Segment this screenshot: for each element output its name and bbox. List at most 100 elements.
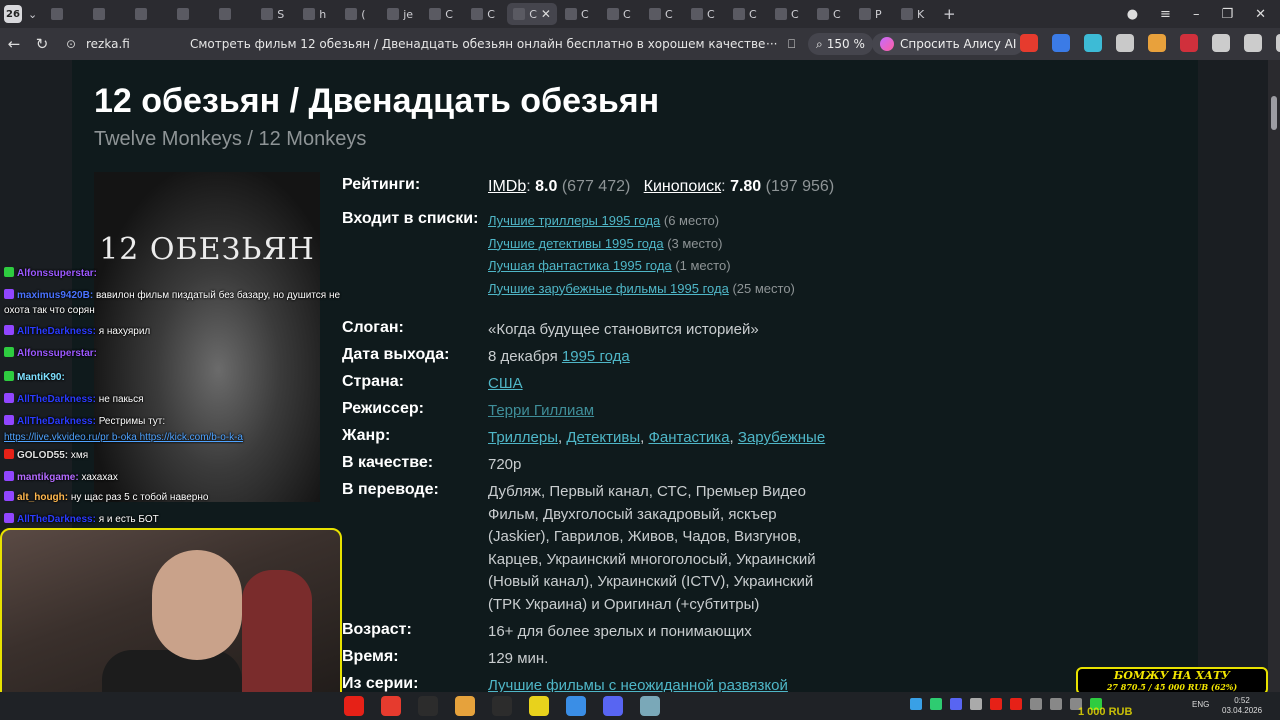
browser-tab[interactable] bbox=[45, 3, 85, 25]
hd-icon bbox=[429, 8, 442, 20]
browser-tab[interactable]: C bbox=[643, 3, 683, 25]
hd-icon bbox=[732, 8, 745, 20]
browser-tab[interactable]: C bbox=[465, 3, 505, 25]
tray-icon[interactable] bbox=[1030, 698, 1042, 710]
tray-icon[interactable] bbox=[1010, 698, 1022, 710]
taskbar-app-icon[interactable] bbox=[381, 696, 401, 716]
release-year-link[interactable]: 1995 года bbox=[562, 348, 630, 365]
tray-icon[interactable] bbox=[930, 698, 942, 710]
list-link[interactable]: Лучшие зарубежные фильмы 1995 года bbox=[488, 281, 729, 296]
extension-icon[interactable] bbox=[1052, 34, 1070, 52]
extension-icon[interactable] bbox=[1244, 34, 1262, 52]
system-clock[interactable]: 0:52 03.04.2026 bbox=[1222, 696, 1262, 716]
imdb-score: 8.0 bbox=[535, 178, 558, 195]
browser-tab[interactable]: K bbox=[895, 3, 935, 25]
browser-tab[interactable]: C bbox=[423, 3, 463, 25]
tab-label: C bbox=[487, 7, 495, 21]
taskbar-app-icon[interactable] bbox=[455, 696, 475, 716]
series-link[interactable]: Лучшие фильмы с неожиданной развязкой bbox=[488, 675, 988, 692]
security-shield-icon[interactable]: ⊙ bbox=[66, 37, 86, 51]
extension-icon[interactable] bbox=[1212, 34, 1230, 52]
taskbar-app-icon[interactable] bbox=[344, 696, 364, 716]
slogan-value: «Когда будущее становится историей» bbox=[488, 321, 759, 338]
browser-tab[interactable]: C bbox=[811, 3, 851, 25]
list-link[interactable]: Лучшие детективы 1995 года bbox=[488, 236, 664, 251]
tab-label: C bbox=[529, 7, 537, 21]
taskbar-app-icon[interactable] bbox=[566, 696, 586, 716]
extension-icon[interactable] bbox=[1276, 34, 1280, 52]
menu-icon[interactable]: ≡ bbox=[1160, 7, 1171, 22]
tray-icon[interactable] bbox=[950, 698, 962, 710]
chat-nick: AllTheDarkness: bbox=[17, 514, 96, 525]
tab-menu[interactable]: ⌄ bbox=[22, 3, 43, 25]
taskbar-app-icon[interactable] bbox=[492, 696, 512, 716]
chat-nick: mantikgame: bbox=[17, 472, 79, 483]
browser-tab[interactable]: C bbox=[685, 3, 725, 25]
alice-button[interactable]: Спросить Алису AI bbox=[872, 33, 1025, 55]
extension-icon[interactable] bbox=[1116, 34, 1134, 52]
tray-icon[interactable] bbox=[910, 698, 922, 710]
kinopoisk-link[interactable]: Кинопоиск bbox=[644, 178, 722, 195]
extension-icon[interactable] bbox=[1148, 34, 1166, 52]
browser-tab[interactable]: h bbox=[297, 3, 337, 25]
taskbar-app-icon[interactable] bbox=[418, 696, 438, 716]
tray-icon[interactable] bbox=[970, 698, 982, 710]
zoom-indicator[interactable]: ⌕ 150 % bbox=[808, 33, 873, 55]
taskbar-app-icon[interactable] bbox=[640, 696, 660, 716]
browser-tab[interactable]: C bbox=[559, 3, 599, 25]
chat-message: maximus9420B: вавилон фильм пиздатый без… bbox=[4, 288, 344, 318]
list-item: Лучшая фантастика 1995 года (1 место) bbox=[488, 255, 988, 278]
browser-tab[interactable] bbox=[129, 3, 169, 25]
close-tab-icon[interactable]: ✕ bbox=[541, 7, 551, 21]
country-link[interactable]: США bbox=[488, 373, 988, 396]
chat-text: я нахуярил bbox=[98, 326, 151, 337]
browser-tab[interactable]: C ✕ bbox=[507, 3, 557, 25]
back-icon[interactable]: ← bbox=[0, 35, 28, 53]
list-item: Лучшие триллеры 1995 года (6 место) bbox=[488, 210, 988, 233]
input-language[interactable]: ENG bbox=[1192, 700, 1209, 709]
imdb-link[interactable]: IMDb bbox=[488, 178, 526, 195]
tray-icon[interactable] bbox=[1050, 698, 1062, 710]
scrollbar-thumb[interactable] bbox=[1271, 96, 1277, 130]
browser-tab[interactable]: C bbox=[727, 3, 767, 25]
close-window-icon[interactable]: ✕ bbox=[1255, 7, 1266, 22]
browser-tab[interactable]: C bbox=[601, 3, 641, 25]
more-icon[interactable]: ··· bbox=[766, 37, 788, 51]
reload-icon[interactable]: ↻ bbox=[28, 35, 56, 53]
director-link[interactable]: Терри Гиллиам bbox=[488, 400, 988, 423]
genre-link[interactable]: Фантастика bbox=[648, 429, 729, 446]
extension-icon[interactable] bbox=[1020, 34, 1038, 52]
extension-icon[interactable] bbox=[1180, 34, 1198, 52]
list-link[interactable]: Лучшая фантастика 1995 года bbox=[488, 258, 672, 273]
restore-icon[interactable]: ❐ bbox=[1221, 7, 1233, 22]
tray-icon[interactable] bbox=[990, 698, 1002, 710]
taskbar-app-icon[interactable] bbox=[603, 696, 623, 716]
genre-link[interactable]: Триллеры bbox=[488, 429, 558, 446]
minimize-icon[interactable]: – bbox=[1193, 7, 1200, 22]
browser-tab[interactable] bbox=[213, 3, 253, 25]
tab-counter[interactable]: 26 bbox=[4, 5, 22, 23]
list-link[interactable]: Лучшие триллеры 1995 года bbox=[488, 213, 660, 228]
browser-tab[interactable]: C bbox=[769, 3, 809, 25]
bookmark-icon[interactable]: ⎕ bbox=[788, 37, 806, 52]
browser-tab[interactable]: je bbox=[381, 3, 421, 25]
taskbar-app-icon[interactable] bbox=[529, 696, 549, 716]
genre-link[interactable]: Зарубежные bbox=[738, 429, 825, 446]
browser-tab[interactable]: S bbox=[255, 3, 295, 25]
browser-tab[interactable] bbox=[87, 3, 127, 25]
extension-icon[interactable] bbox=[1084, 34, 1102, 52]
page-scrollbar[interactable] bbox=[1268, 60, 1280, 692]
tab-label: C bbox=[748, 7, 757, 21]
tab-label: C bbox=[790, 7, 799, 21]
genre-link[interactable]: Детективы bbox=[566, 429, 640, 446]
chat-message: alt_hough: ну щас раз 5 с тобой наверно bbox=[4, 490, 344, 505]
browser-tab[interactable]: ( bbox=[339, 3, 379, 25]
gmail-icon bbox=[93, 8, 106, 20]
browser-tab[interactable] bbox=[171, 3, 211, 25]
address-bar[interactable]: ⊙ rezka.fi Смотреть фильм 12 обезьян / Д… bbox=[66, 31, 806, 57]
new-tab-button[interactable]: + bbox=[937, 3, 962, 25]
chat-nick: AllTheDarkness: bbox=[17, 394, 96, 405]
browser-tab[interactable]: P bbox=[853, 3, 893, 25]
extensions-bar bbox=[1020, 34, 1280, 52]
profile-icon[interactable]: ● bbox=[1127, 7, 1138, 22]
